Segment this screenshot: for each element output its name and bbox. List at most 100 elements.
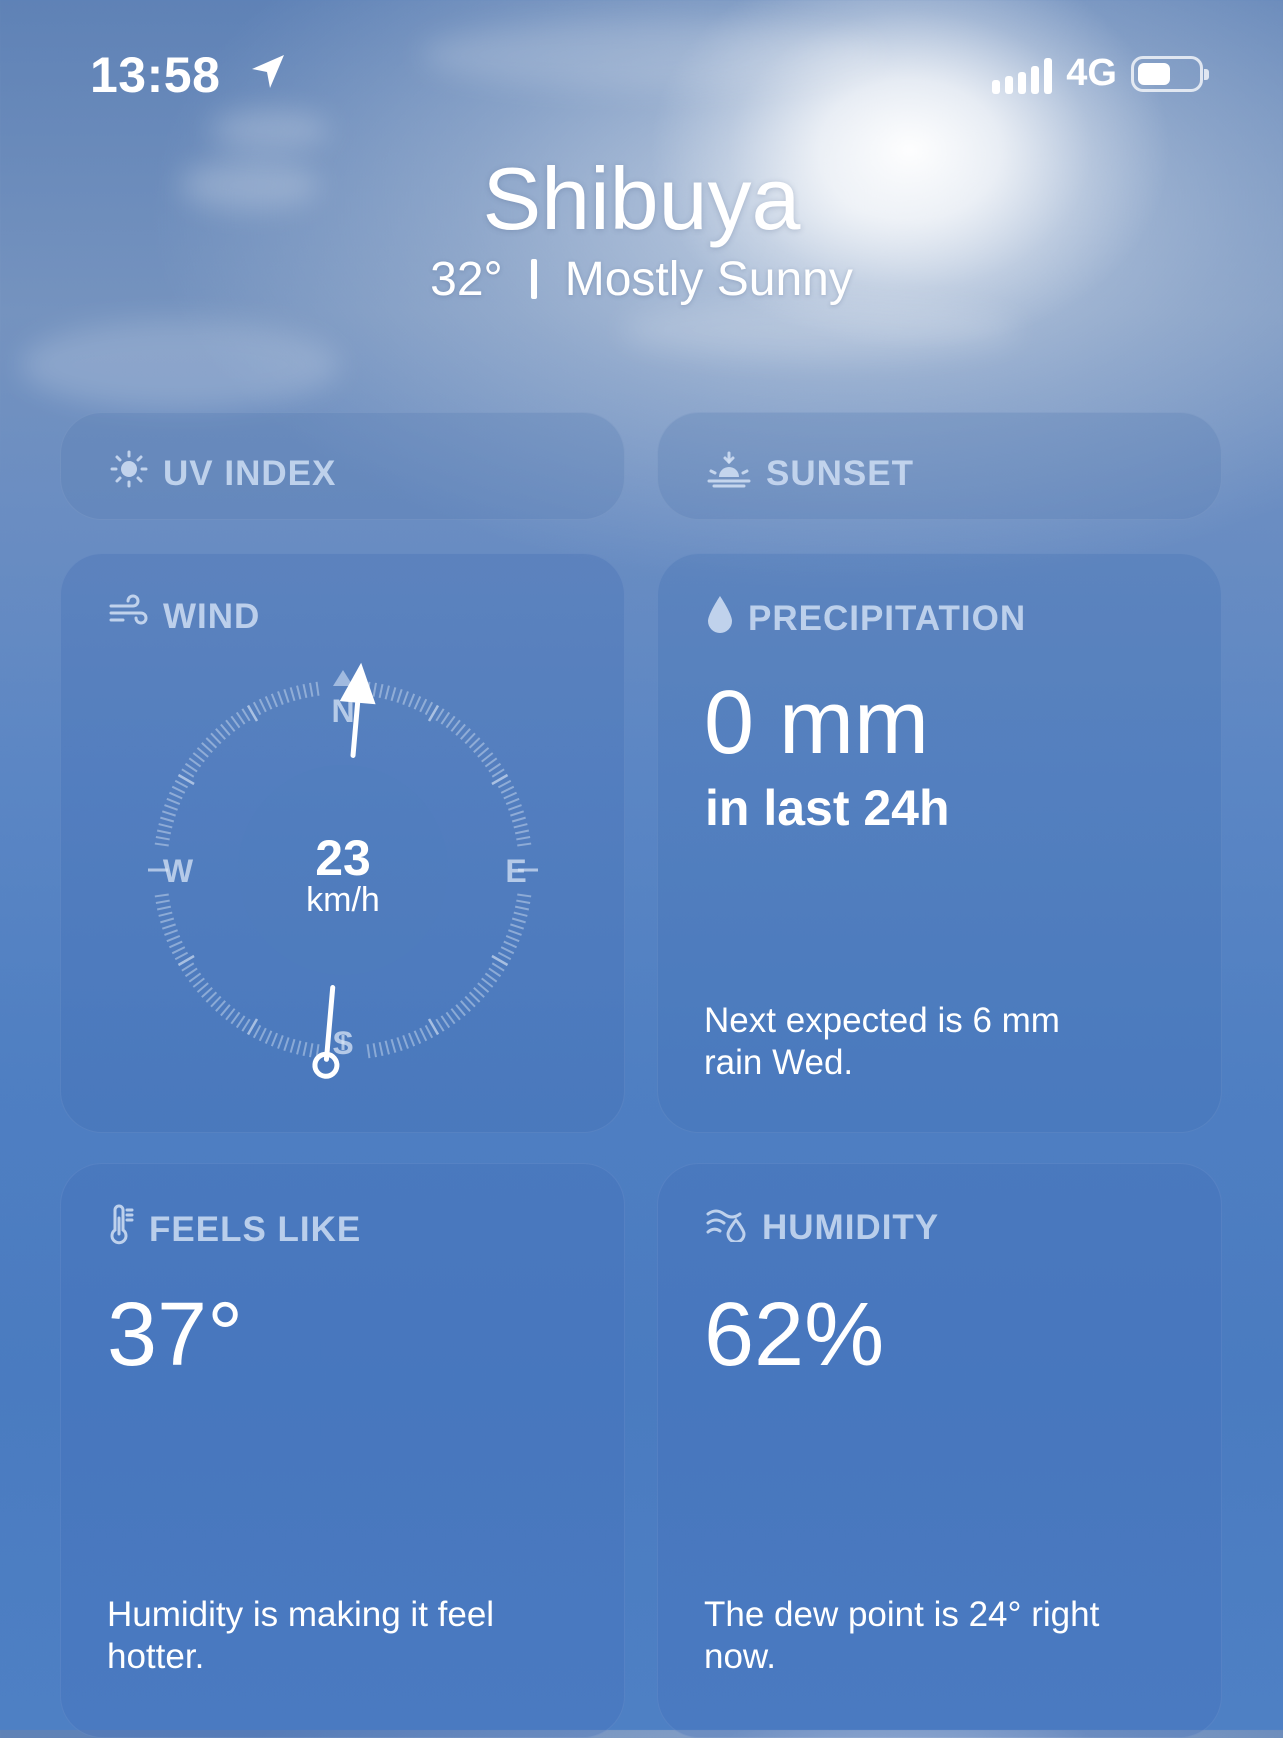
compass-tick: [235, 711, 246, 725]
compass-tick: [181, 962, 195, 972]
compass-tick: [455, 1004, 466, 1017]
compass-tick: [315, 681, 320, 696]
humidity-card[interactable]: HUMIDITY 62% The dew point is 24° right …: [657, 1163, 1222, 1738]
compass-tick: [277, 1035, 284, 1049]
compass-tick: [181, 768, 195, 778]
compass-tick: [484, 972, 498, 983]
compass-tick: [445, 715, 456, 729]
cellular-signal-icon: [992, 54, 1053, 94]
compass-tick: [283, 688, 290, 703]
compass-tick: [192, 977, 205, 988]
compass-tick: [484, 757, 498, 768]
city-name: Shibuya: [482, 149, 801, 248]
compass-west: W: [163, 853, 194, 889]
wind-icon: [109, 594, 149, 639]
compass-tick: [366, 1044, 371, 1059]
compass-tick: [161, 923, 176, 930]
compass-tick: [192, 752, 205, 763]
compass-tick: [158, 911, 173, 917]
compass-tick: [252, 701, 262, 716]
wind-unit: km/h: [306, 881, 380, 919]
compass-tick: [169, 791, 183, 800]
compass-tick: [514, 905, 530, 911]
compass-tick: [396, 1037, 403, 1052]
wind-compass: N E S W 23 km/h: [148, 662, 538, 1079]
compass-tick: [513, 823, 528, 829]
compass-tick: [384, 1040, 390, 1055]
compass-tick: [511, 816, 526, 823]
feels-like-card[interactable]: FEELS LIKE 37° Humidity is making it fee…: [60, 1163, 625, 1738]
thermometer-icon: [109, 1204, 135, 1255]
compass-tick: [445, 1011, 456, 1025]
compass-tick: [516, 899, 531, 904]
precipitation-card[interactable]: PRECIPITATION 0 mm in last 24h Next expe…: [657, 553, 1222, 1133]
compass-tick: [424, 701, 434, 716]
compass-tick: [160, 816, 175, 823]
compass-tick: [450, 1008, 461, 1021]
compass-tick: [302, 1041, 308, 1057]
compass-tick: [468, 737, 481, 749]
compass-tick: [473, 987, 485, 998]
wind-card[interactable]: WIND N E S W 23 km/h: [60, 553, 625, 1133]
separator: [530, 259, 537, 299]
compass-tick: [460, 1000, 471, 1012]
compass-tick: [390, 687, 397, 702]
compass-tick: [184, 762, 198, 773]
compass-tick: [503, 940, 517, 949]
sun-icon: [109, 449, 149, 498]
compass-tick: [517, 893, 532, 898]
compass-tick: [372, 682, 377, 697]
precipitation-note: Next expected is 6 mm rain Wed.: [704, 1001, 1060, 1082]
sunset-card[interactable]: SUNSET: [657, 412, 1222, 520]
compass-tick: [468, 991, 481, 1003]
compass-tick: [419, 698, 428, 713]
sunset-icon: [706, 449, 752, 498]
compass-tick: [283, 1037, 290, 1052]
compass-tick: [201, 987, 213, 998]
compass-tick: [188, 757, 202, 768]
compass-tick: [171, 946, 186, 955]
compass-tick: [188, 972, 202, 983]
compass-tick: [270, 693, 278, 708]
uv-index-card[interactable]: UV INDEX: [60, 412, 625, 520]
compass-tick: [440, 711, 451, 725]
compass-tick: [296, 1040, 302, 1055]
compass-tick: [500, 946, 515, 955]
compass-tick: [419, 1027, 428, 1042]
compass-tick: [289, 687, 296, 702]
precipitation-value: 0 mm: [704, 673, 929, 773]
location-arrow-icon: [248, 52, 288, 97]
compass-tick: [205, 991, 218, 1003]
raindrop-icon: [706, 594, 734, 643]
compass-tick: [184, 967, 198, 978]
compass-tick: [309, 1043, 314, 1058]
compass-tick: [277, 691, 284, 705]
compass-tick: [155, 899, 170, 904]
current-temperature: 32°: [430, 253, 503, 306]
wind-speed: 23: [315, 830, 371, 886]
status-time: 13:58: [90, 47, 221, 103]
humidity-title: HUMIDITY: [762, 1207, 940, 1247]
compass-tick: [402, 1035, 409, 1049]
compass-tick: [166, 797, 181, 805]
compass-tick: [156, 905, 172, 911]
compass-tick: [473, 742, 485, 753]
compass-tick: [156, 829, 172, 835]
compass-tick: [396, 688, 403, 703]
compass-tick: [435, 1018, 445, 1032]
compass-tick: [230, 1011, 241, 1025]
compass-tick: [384, 685, 390, 700]
compass-tick: [477, 982, 490, 993]
uv-index-title: UV INDEX: [163, 453, 337, 493]
compass-tick: [235, 1015, 246, 1029]
compass-tick: [241, 1018, 251, 1032]
humidity-note: The dew point is 24° right now.: [704, 1595, 1100, 1676]
compass-tick: [505, 935, 520, 943]
compass-tick: [196, 982, 209, 993]
humidity-icon: [706, 1204, 748, 1251]
compass-tick: [289, 1038, 296, 1053]
compass-tick: [491, 962, 505, 972]
feels-like-title: FEELS LIKE: [149, 1209, 362, 1249]
compass-tick: [413, 696, 422, 710]
compass-tick: [174, 951, 189, 961]
